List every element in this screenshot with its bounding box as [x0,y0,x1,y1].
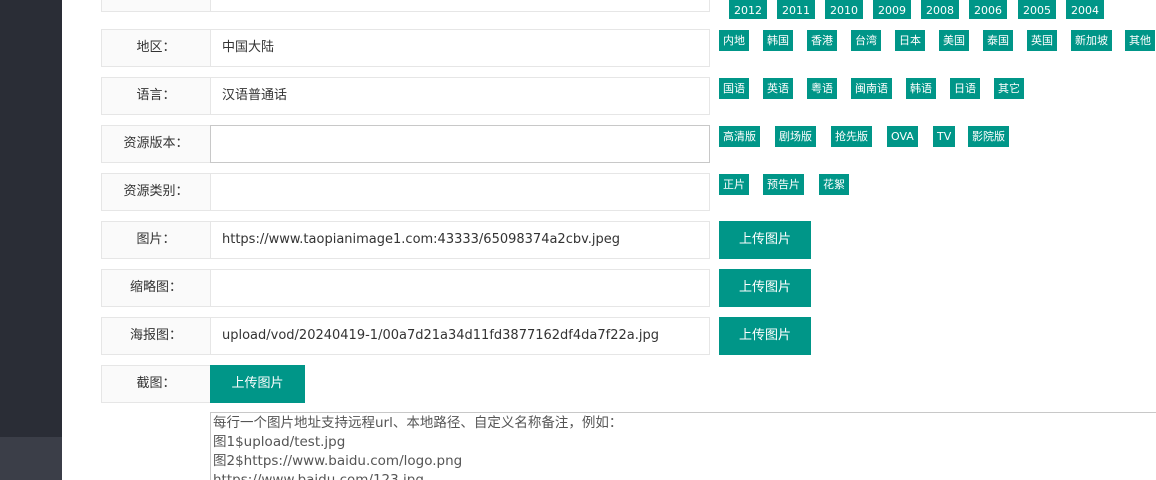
area-tag[interactable]: 美国 [939,30,969,51]
language-tag[interactable]: 国语 [719,78,749,99]
thumb-upload-button[interactable]: 上传图片 [719,269,811,307]
area-tag[interactable]: 香港 [807,30,837,51]
area-tag[interactable]: 韩国 [763,30,793,51]
poster-upload-button[interactable]: 上传图片 [719,317,811,355]
area-tag[interactable]: 其他 [1125,30,1155,51]
category-field[interactable] [210,173,710,211]
language-label: 语言： [101,77,211,115]
version-tag[interactable]: TV [933,126,956,147]
area-tag[interactable]: 内地 [719,30,749,51]
language-tag[interactable]: 闽南语 [851,78,892,99]
poster-field[interactable]: upload/vod/20240419-1/00a7d21a34d11fd387… [210,317,710,355]
screenshot-upload-button[interactable]: 上传图片 [210,365,305,403]
year-tag[interactable]: 2010 [825,0,863,19]
thumb-label: 缩略图： [101,269,211,307]
year-tag[interactable]: 2008 [921,0,959,19]
version-tag[interactable]: 影院版 [968,126,1009,147]
pic-upload-button[interactable]: 上传图片 [719,221,811,259]
version-tag[interactable]: OVA [887,126,918,147]
category-label: 资源类别： [101,173,211,211]
year-label [101,0,211,12]
sidebar-footer [0,437,62,480]
poster-label: 海报图： [101,317,211,355]
category-tag[interactable]: 正片 [719,174,749,195]
area-tag[interactable]: 泰国 [983,30,1013,51]
category-tag[interactable]: 花絮 [819,174,849,195]
area-tag[interactable]: 日本 [895,30,925,51]
sidebar [0,0,62,480]
version-field[interactable] [210,125,710,163]
language-tag[interactable]: 日语 [950,78,980,99]
version-tag[interactable]: 剧场版 [775,126,816,147]
thumb-field[interactable] [210,269,710,307]
version-tag[interactable]: 抢先版 [831,126,872,147]
area-tag[interactable]: 英国 [1027,30,1057,51]
area-tag[interactable]: 台湾 [851,30,881,51]
version-label: 资源版本： [101,125,211,163]
version-tag[interactable]: 高清版 [719,126,760,147]
year-tag[interactable]: 2004 [1066,0,1104,19]
language-tag[interactable]: 粤语 [807,78,837,99]
pic-field[interactable]: https://www.taopianimage1.com:43333/6509… [210,221,710,259]
area-field[interactable]: 中国大陆 [210,29,710,67]
area-label: 地区： [101,29,211,67]
year-tag[interactable]: 2009 [873,0,911,19]
year-tag[interactable]: 2006 [969,0,1007,19]
language-tag[interactable]: 英语 [763,78,793,99]
screenshot-textarea[interactable]: 每行一个图片地址支持远程url、本地路径、自定义名称备注，例如： 图1$uplo… [210,412,1156,480]
pic-label: 图片： [101,221,211,259]
category-tag[interactable]: 预告片 [763,174,804,195]
language-tag[interactable]: 韩语 [906,78,936,99]
year-tag[interactable]: 2011 [777,0,815,19]
screenshot-label: 截图： [101,365,211,403]
year-tag[interactable]: 2005 [1018,0,1056,19]
area-tag[interactable]: 新加坡 [1071,30,1112,51]
language-tag[interactable]: 其它 [994,78,1024,99]
language-field[interactable]: 汉语普通话 [210,77,710,115]
year-tag[interactable]: 2012 [729,0,767,19]
year-field[interactable] [210,0,710,12]
